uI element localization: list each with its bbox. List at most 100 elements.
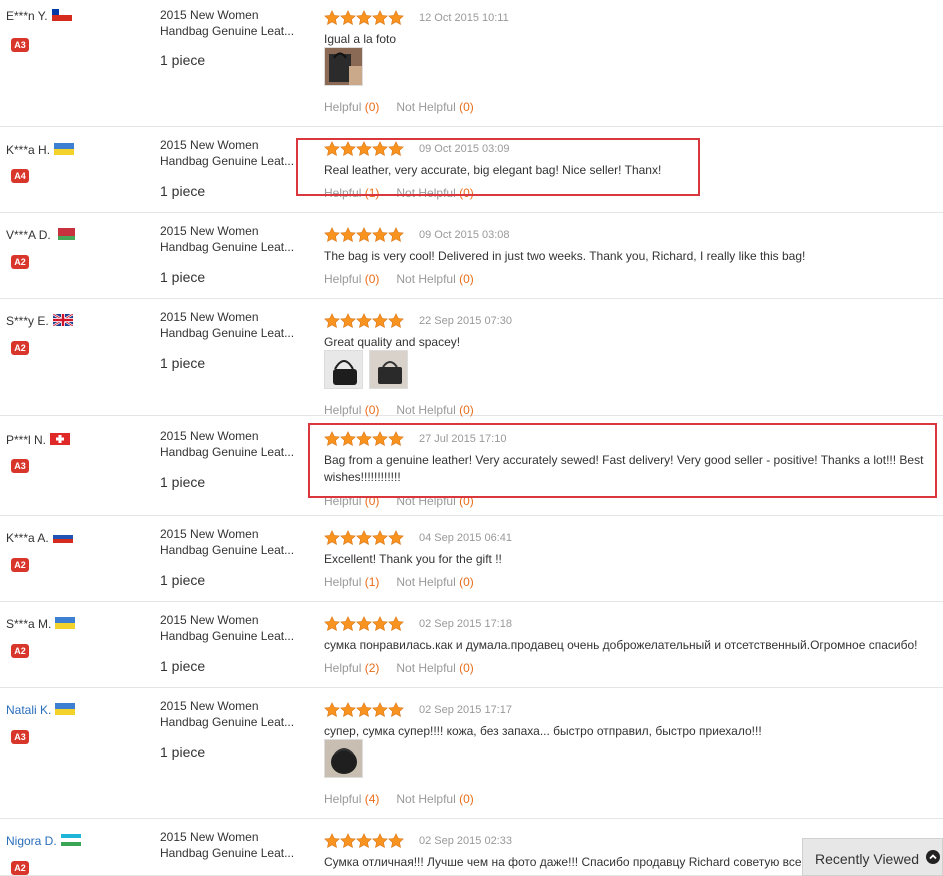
star-icon xyxy=(340,141,356,157)
star-icon xyxy=(356,227,372,243)
star-icon xyxy=(388,313,404,329)
not-helpful-button[interactable]: Not Helpful (0) xyxy=(396,575,473,589)
product-title-line1[interactable]: 2015 New Women xyxy=(160,526,300,542)
country-flag-icon xyxy=(60,834,81,846)
not-helpful-count: (0) xyxy=(459,661,474,675)
helpful-button[interactable]: Helpful (1) xyxy=(324,575,379,589)
helpful-button[interactable]: Helpful (2) xyxy=(324,661,379,675)
helpful-count: (2) xyxy=(364,661,380,675)
buyer-name: K***a A. xyxy=(6,531,73,545)
product-title-line2[interactable]: Handbag Genuine Leat... xyxy=(160,845,300,861)
star-icon xyxy=(356,530,372,546)
helpful-button[interactable]: Helpful (0) xyxy=(324,100,379,114)
star-icon xyxy=(356,702,372,718)
product-title-line1[interactable]: 2015 New Women xyxy=(160,223,300,239)
quantity: 1 piece xyxy=(160,269,206,285)
quantity: 1 piece xyxy=(160,183,206,199)
helpful-button[interactable]: Helpful (0) xyxy=(324,494,379,508)
product-title-line2[interactable]: Handbag Genuine Leat... xyxy=(160,542,300,558)
helpful-votes: Helpful (0) Not Helpful (0) xyxy=(324,272,474,286)
not-helpful-button[interactable]: Not Helpful (0) xyxy=(396,494,473,508)
product-title-line2[interactable]: Handbag Genuine Leat... xyxy=(160,239,300,255)
buyer-name-text: K***a H. xyxy=(6,143,51,157)
star-icon xyxy=(356,616,372,632)
helpful-button[interactable]: Helpful (0) xyxy=(324,403,379,417)
product-title-line1[interactable]: 2015 New Women xyxy=(160,428,300,444)
buyer-name[interactable]: Natali K. xyxy=(6,703,76,717)
feedback-text: Igual a la foto xyxy=(324,32,397,46)
not-helpful-count: (0) xyxy=(459,272,474,286)
country-flag-icon xyxy=(54,143,75,155)
product-title-line1[interactable]: 2015 New Women xyxy=(160,829,300,845)
buyer-name-text[interactable]: Natali K. xyxy=(6,703,51,717)
not-helpful-button[interactable]: Not Helpful (0) xyxy=(396,100,473,114)
product-title-line1[interactable]: 2015 New Women xyxy=(160,137,300,153)
not-helpful-count: (0) xyxy=(459,575,474,589)
review-photo-thumbnail[interactable] xyxy=(324,47,363,86)
country-flag-icon xyxy=(50,433,71,445)
buyer-name-text: V***A D. xyxy=(6,228,51,242)
buyer-level-badge: A3 xyxy=(11,730,29,744)
product-title-line1[interactable]: 2015 New Women xyxy=(160,612,300,628)
star-icon xyxy=(324,833,340,849)
country-flag-icon xyxy=(52,531,73,543)
star-icon xyxy=(324,616,340,632)
product-title[interactable]: 2015 New Women Handbag Genuine Leat... xyxy=(160,428,300,460)
buyer-name: S***a M. xyxy=(6,617,76,631)
helpful-label: Helpful xyxy=(324,661,362,675)
quantity: 1 piece xyxy=(160,744,206,760)
product-title[interactable]: 2015 New Women Handbag Genuine Leat... xyxy=(160,137,300,169)
not-helpful-button[interactable]: Not Helpful (0) xyxy=(396,792,473,806)
product-title-line2[interactable]: Handbag Genuine Leat... xyxy=(160,23,300,39)
product-title-line2[interactable]: Handbag Genuine Leat... xyxy=(160,153,300,169)
star-rating xyxy=(324,616,404,632)
star-icon xyxy=(372,313,388,329)
review-date: 02 Sep 2015 17:17 xyxy=(419,704,512,716)
star-icon xyxy=(340,431,356,447)
product-title-line1[interactable]: 2015 New Women xyxy=(160,698,300,714)
product-title[interactable]: 2015 New Women Handbag Genuine Leat... xyxy=(160,829,300,861)
product-title[interactable]: 2015 New Women Handbag Genuine Leat... xyxy=(160,526,300,558)
product-title[interactable]: 2015 New Women Handbag Genuine Leat... xyxy=(160,612,300,644)
helpful-count: (1) xyxy=(364,186,380,200)
buyer-name[interactable]: Nigora D. xyxy=(6,834,81,848)
helpful-votes: Helpful (0) Not Helpful (0) xyxy=(324,494,474,508)
not-helpful-button[interactable]: Not Helpful (0) xyxy=(396,186,473,200)
product-title-line2[interactable]: Handbag Genuine Leat... xyxy=(160,628,300,644)
product-title-line2[interactable]: Handbag Genuine Leat... xyxy=(160,444,300,460)
country-flag-icon xyxy=(54,228,75,240)
star-icon xyxy=(372,616,388,632)
product-title[interactable]: 2015 New Women Handbag Genuine Leat... xyxy=(160,309,300,341)
recently-viewed-button[interactable]: Recently Viewed xyxy=(802,838,943,876)
helpful-count: (0) xyxy=(364,494,380,508)
quantity: 1 piece xyxy=(160,355,206,371)
not-helpful-button[interactable]: Not Helpful (0) xyxy=(396,272,473,286)
not-helpful-button[interactable]: Not Helpful (0) xyxy=(396,661,473,675)
star-icon xyxy=(356,313,372,329)
product-title-line2[interactable]: Handbag Genuine Leat... xyxy=(160,325,300,341)
star-icon xyxy=(340,313,356,329)
product-title[interactable]: 2015 New Women Handbag Genuine Leat... xyxy=(160,223,300,255)
review-photo-thumbnail[interactable] xyxy=(324,739,363,778)
star-icon xyxy=(388,616,404,632)
star-rating xyxy=(324,702,404,718)
review-row: S***a M. A2 2015 New Women Handbag Genuine … xyxy=(0,602,943,688)
star-rating xyxy=(324,530,404,546)
product-title-line1[interactable]: 2015 New Women xyxy=(160,7,300,23)
buyer-name-text[interactable]: Nigora D. xyxy=(6,834,57,848)
feedback-text: супер, сумка супер!!!! кожа, без запаха.… xyxy=(324,724,762,738)
star-icon xyxy=(372,10,388,26)
product-title-line1[interactable]: 2015 New Women xyxy=(160,309,300,325)
helpful-button[interactable]: Helpful (1) xyxy=(324,186,379,200)
feedback-text: Real leather, very accurate, big elegant… xyxy=(324,163,662,177)
not-helpful-button[interactable]: Not Helpful (0) xyxy=(396,403,473,417)
review-photo-thumbnail[interactable] xyxy=(324,350,363,389)
review-photo-thumbnail[interactable] xyxy=(369,350,408,389)
helpful-button[interactable]: Helpful (0) xyxy=(324,272,379,286)
star-icon xyxy=(324,10,340,26)
product-title[interactable]: 2015 New Women Handbag Genuine Leat... xyxy=(160,7,300,39)
helpful-button[interactable]: Helpful (4) xyxy=(324,792,379,806)
product-title[interactable]: 2015 New Women Handbag Genuine Leat... xyxy=(160,698,300,730)
star-icon xyxy=(340,616,356,632)
product-title-line2[interactable]: Handbag Genuine Leat... xyxy=(160,714,300,730)
